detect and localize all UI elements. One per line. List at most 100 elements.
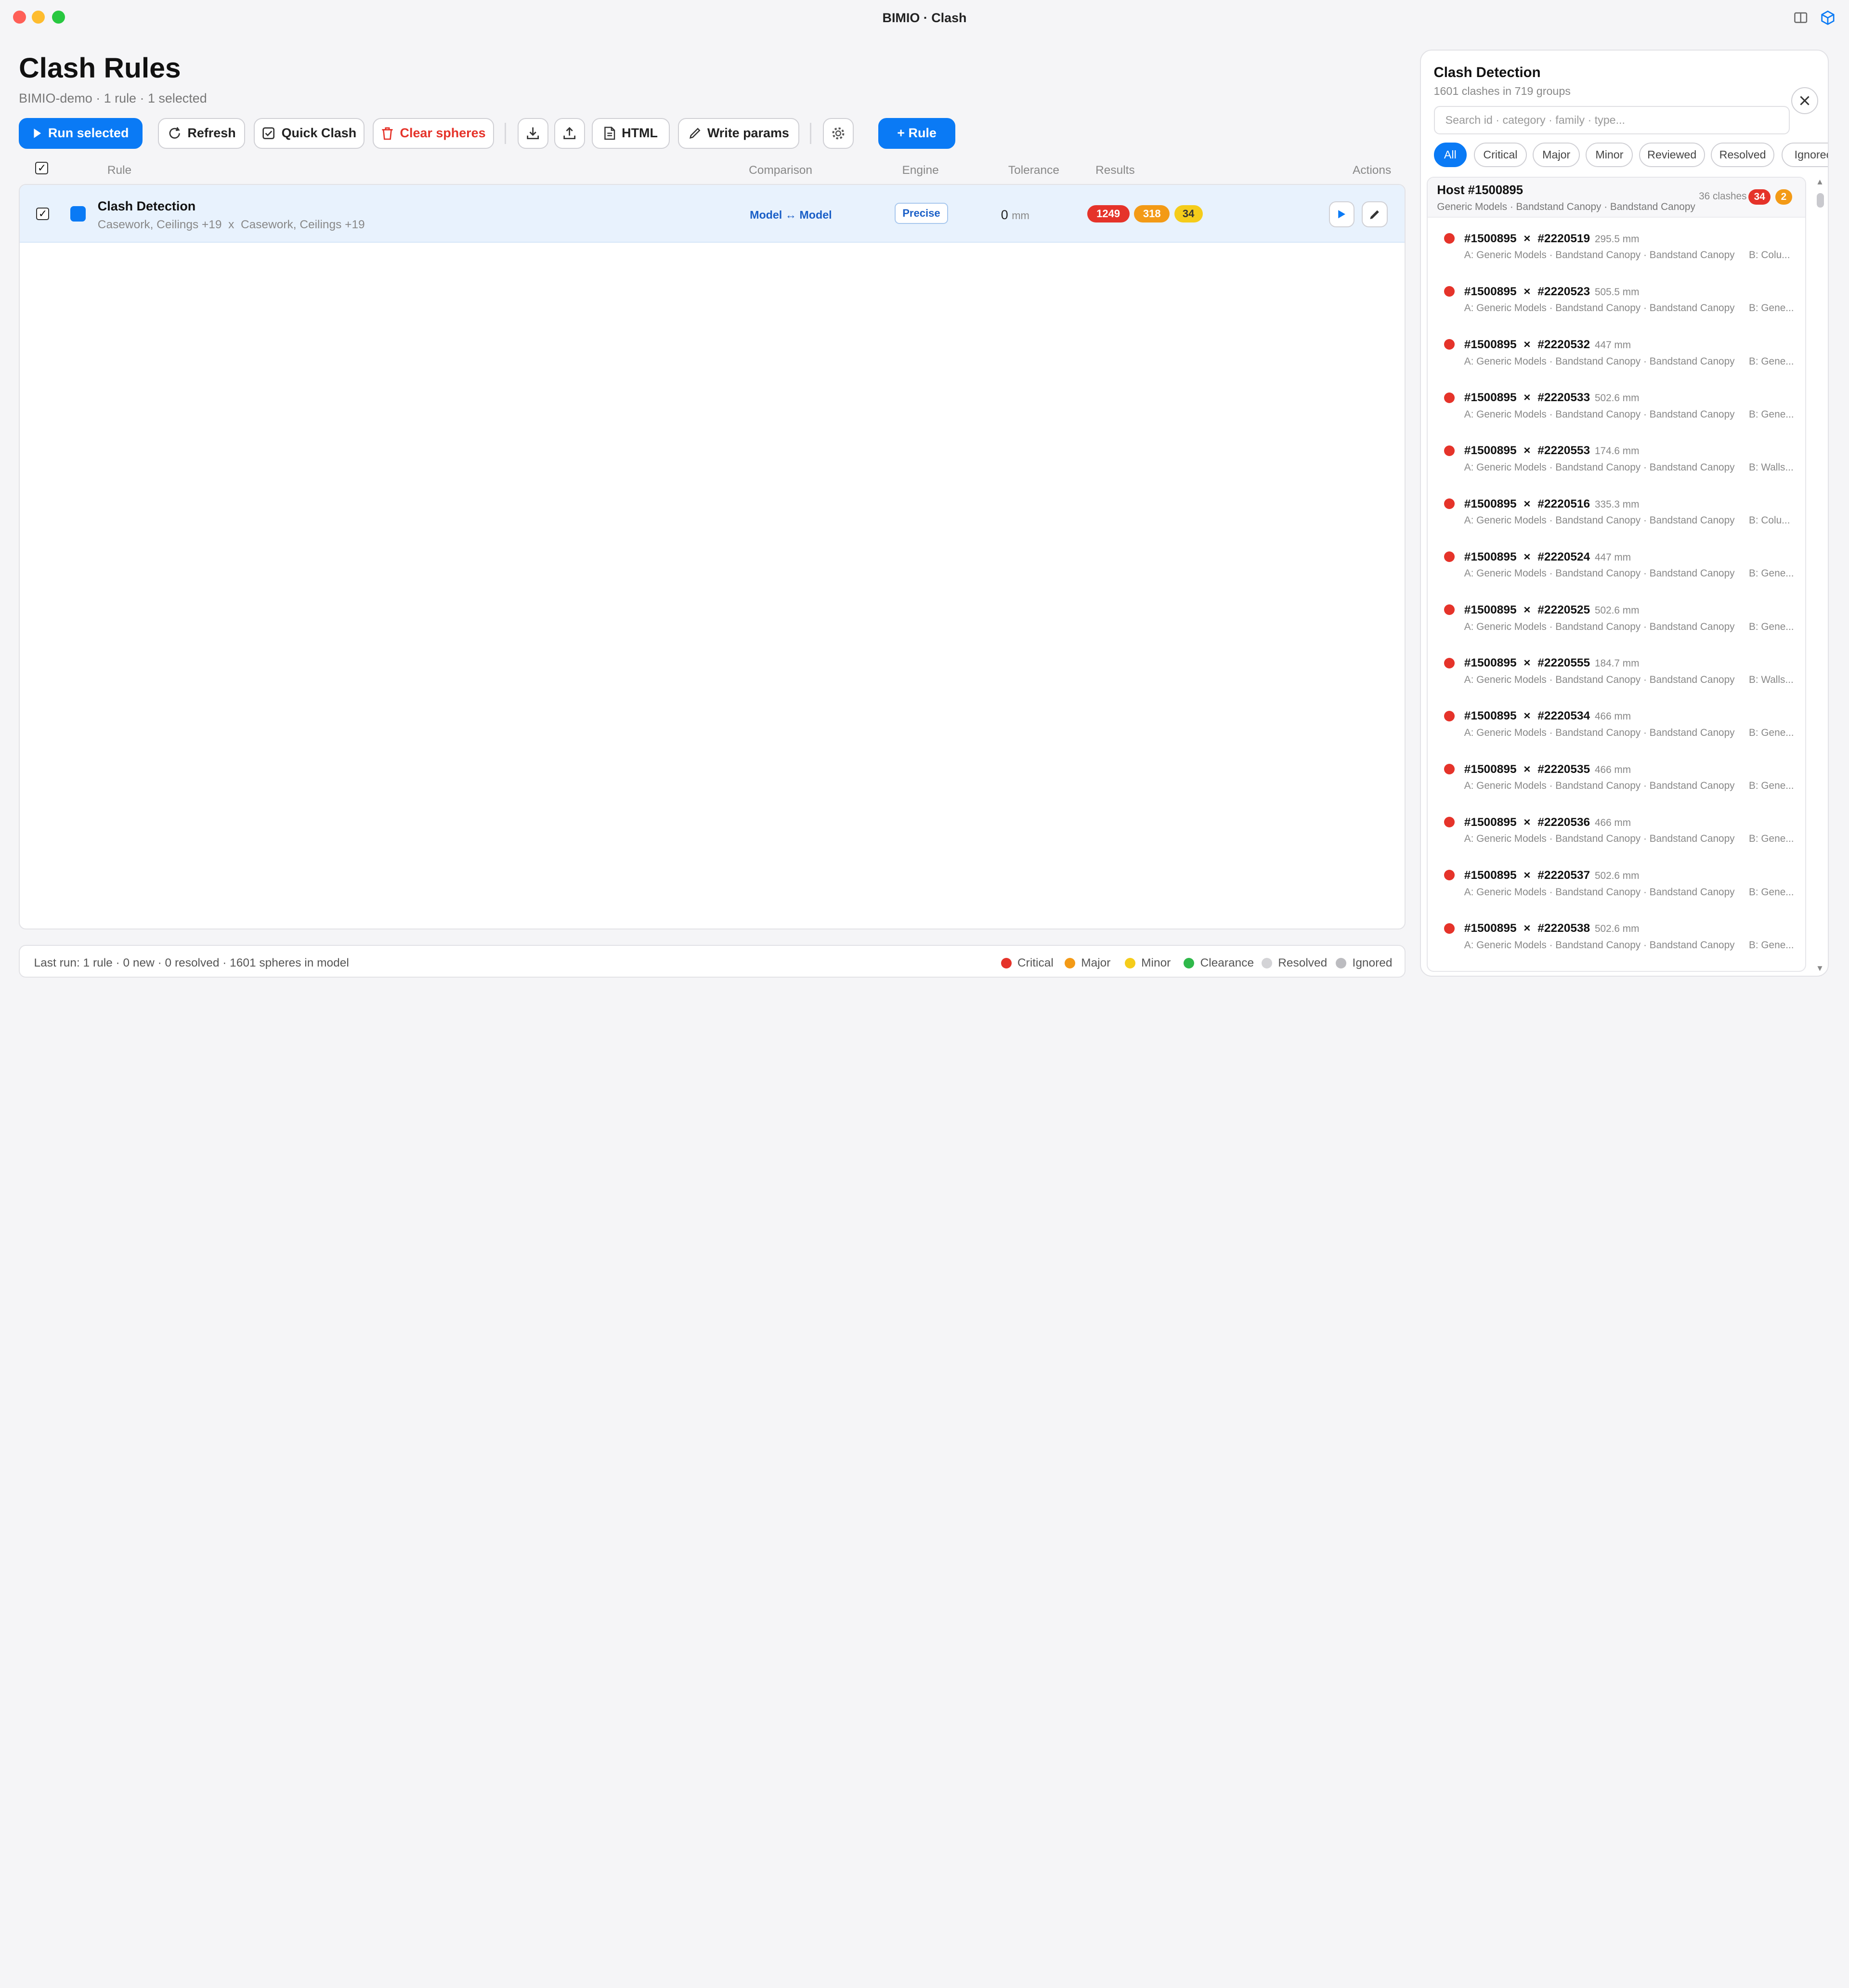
document-icon [604, 127, 615, 140]
quick-clash-button[interactable]: Quick Clash [253, 118, 365, 149]
clash-ids: #1500895 × #2220534 466 mm [1464, 709, 1631, 723]
html-export-button[interactable]: HTML [592, 118, 670, 149]
times-icon: × [1523, 285, 1531, 298]
list-item[interactable]: #1500895 × #2220524 447 mm A: Generic Models… [1428, 536, 1806, 589]
clash-description: A: Generic Models · Bandstand Canopy · B… [1464, 940, 1794, 951]
list-item[interactable]: #1500895 × #2220532 447 mm A: Generic Models… [1428, 324, 1806, 377]
element-b-id: #2220523 [1537, 285, 1590, 298]
major-count-badge[interactable]: 318 [1134, 205, 1170, 223]
host-group-header[interactable]: Host #1500895 Generic Models · Bandstand… [1427, 177, 1806, 218]
toolbar-divider [810, 122, 811, 144]
panel-scrollbar[interactable]: ▲ ▼ [1813, 177, 1827, 976]
critical-dot-icon [1444, 339, 1455, 350]
filter-reviewed[interactable]: Reviewed [1639, 142, 1705, 168]
times-icon: × [1523, 709, 1531, 723]
engine-badge[interactable]: Precise [895, 202, 948, 224]
table-row[interactable]: ✓ Clash Detection Casework, Ceilings +19… [20, 185, 1405, 243]
write-params-button[interactable]: Write params [678, 118, 800, 149]
element-b-id: #2220535 [1537, 762, 1590, 776]
run-selected-button[interactable]: Run selected [19, 118, 143, 149]
list-item[interactable]: #1500895 × #2220523 505.5 mm A: Generic Mode… [1428, 271, 1806, 324]
critical-count-badge[interactable]: 1249 [1087, 205, 1130, 223]
clash-description: A: Generic Models · Bandstand Canopy · B… [1464, 727, 1794, 739]
list-item[interactable]: #1500895 × #2220538 502.6 mm A: Generic Mode… [1428, 908, 1806, 961]
filter-minor[interactable]: Minor [1586, 142, 1633, 168]
page-subtitle: BIMIO-demo · 1 rule · 1 selected [19, 91, 207, 105]
rule-color-swatch[interactable] [70, 206, 86, 222]
element-a-id: #1500895 [1464, 815, 1517, 829]
list-item[interactable]: #1500895 × #2220555 184.7 mm A: Generic Mode… [1428, 642, 1806, 695]
element-b-id: #2220516 [1537, 497, 1590, 510]
panel-title: Clash Detection [1433, 65, 1541, 81]
title-bar: BIMIO · Clash [0, 0, 1849, 35]
critical-dot-icon [1444, 870, 1455, 881]
refresh-button[interactable]: Refresh [158, 118, 246, 149]
times-icon: × [1523, 391, 1531, 405]
clash-distance: 466 mm [1594, 711, 1631, 722]
clear-spheres-button[interactable]: Clear spheres [372, 118, 495, 149]
legend-critical: Critical [1001, 956, 1054, 970]
ignored-dot-icon [1336, 957, 1347, 968]
filter-ignored[interactable]: Ignored [1781, 142, 1828, 168]
element-b-id: #2220532 [1537, 338, 1590, 351]
list-item[interactable]: #1500895 × #2220553 174.6 mm A: Generic Mode… [1428, 430, 1806, 483]
list-item[interactable]: #1500895 × #2220525 502.6 mm A: Generic Mode… [1428, 589, 1806, 642]
times-icon: × [1523, 868, 1531, 882]
list-item[interactable]: #1500895 × #2220533 502.6 mm A: Generic Mode… [1428, 377, 1806, 430]
clash-distance: 295.5 mm [1594, 233, 1640, 245]
element-a-description: A: Generic Models · Bandstand Canopy · B… [1464, 568, 1735, 579]
element-b-id: #2220519 [1537, 232, 1590, 245]
minor-count-badge[interactable]: 34 [1174, 205, 1203, 223]
add-rule-button[interactable]: + Rule [878, 118, 955, 149]
upload-button[interactable] [554, 118, 585, 149]
download-button[interactable] [518, 118, 548, 149]
clash-ids: #1500895 × #2220533 502.6 mm [1464, 391, 1640, 405]
list-item[interactable]: #1500895 × #2220535 466 mm A: Generic Models… [1428, 748, 1806, 801]
legend-label: Critical [1017, 956, 1054, 969]
list-item[interactable]: #1500895 × #2220537 502.6 mm A: Generic Mode… [1428, 855, 1806, 908]
close-panel-button[interactable] [1791, 87, 1818, 115]
scroll-up-icon[interactable]: ▲ [1816, 177, 1824, 187]
element-b-description: B: Colu... [1748, 249, 1790, 261]
legend-label: Major [1081, 956, 1111, 969]
run-rule-button[interactable] [1328, 201, 1355, 228]
element-a-id: #1500895 [1464, 338, 1517, 351]
row-select-checkbox[interactable]: ✓ [36, 207, 50, 221]
clash-ids: #1500895 × #2220525 502.6 mm [1464, 603, 1640, 617]
list-item[interactable]: #1500895 × #2220536 466 mm A: Generic Models… [1428, 801, 1806, 854]
times-icon: × [1523, 656, 1531, 670]
element-a-description: A: Generic Models · Bandstand Canopy · B… [1464, 833, 1735, 845]
element-a-description: A: Generic Models · Bandstand Canopy · B… [1464, 886, 1735, 898]
play-icon [1338, 210, 1345, 219]
scroll-down-icon[interactable]: ▼ [1816, 963, 1824, 973]
refresh-icon [169, 127, 180, 139]
element-a-description: A: Generic Models · Bandstand Canopy · B… [1464, 621, 1735, 632]
clash-description: A: Generic Models · Bandstand Canopy · B… [1464, 302, 1794, 314]
column-header-engine: Engine [902, 164, 939, 177]
scrollbar-thumb[interactable] [1817, 193, 1824, 208]
upload-icon [563, 127, 576, 140]
element-b-description: B: Colu... [1748, 515, 1790, 526]
element-a-description: A: Generic Models · Bandstand Canopy · B… [1464, 355, 1735, 367]
select-all-checkbox[interactable]: ✓ [35, 161, 49, 175]
list-item[interactable]: #1500895 × #2220519 295.5 mm A: Generic Mode… [1428, 218, 1806, 271]
element-b-id: #2220525 [1537, 603, 1590, 616]
clash-description: A: Generic Models · Bandstand Canopy · B… [1464, 249, 1790, 261]
critical-dot-icon [1444, 657, 1455, 668]
book-icon[interactable] [1792, 10, 1809, 26]
clash-description: A: Generic Models · Bandstand Canopy · B… [1464, 409, 1794, 420]
filter-major[interactable]: Major [1533, 142, 1580, 168]
list-item[interactable]: #1500895 × #2220516 335.3 mm A: Generic Mode… [1428, 483, 1806, 536]
clash-description: A: Generic Models · Bandstand Canopy · B… [1464, 462, 1794, 473]
list-item[interactable]: #1500895 × #2220534 466 mm A: Generic Models… [1428, 695, 1806, 748]
element-a-description: A: Generic Models · Bandstand Canopy · B… [1464, 515, 1735, 526]
filter-all[interactable]: All [1433, 142, 1467, 168]
edit-rule-button[interactable] [1362, 201, 1388, 228]
element-b-id: #2220536 [1537, 815, 1590, 829]
search-input[interactable] [1433, 105, 1790, 134]
filter-resolved[interactable]: Resolved [1711, 142, 1775, 168]
cube-icon[interactable] [1820, 10, 1836, 26]
settings-button[interactable] [823, 118, 854, 149]
clash-description: A: Generic Models · Bandstand Canopy · B… [1464, 515, 1790, 526]
filter-critical[interactable]: Critical [1473, 142, 1527, 168]
